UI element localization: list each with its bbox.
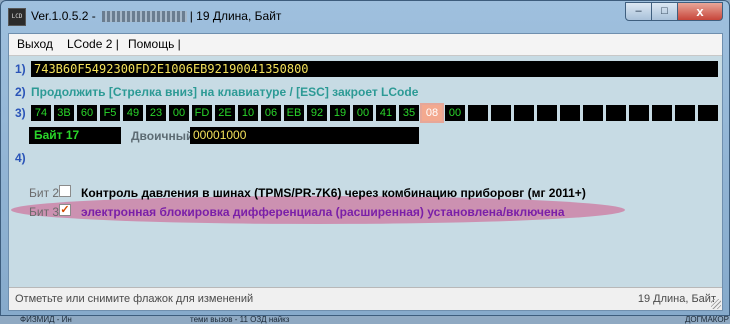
row-label-3: 3): [15, 106, 26, 120]
byte-cell[interactable]: [514, 105, 534, 121]
byte-cell[interactable]: 23: [146, 105, 166, 121]
bit-description: электронная блокировка дифференциала (ра…: [81, 205, 565, 219]
byte-cell[interactable]: [537, 105, 557, 121]
byte-cell[interactable]: [560, 105, 580, 121]
byte-cell[interactable]: 2E: [215, 105, 235, 121]
byte-cell[interactable]: 06: [261, 105, 281, 121]
row-label-4: 4): [15, 151, 26, 165]
app-window: LCD Ver.1.0.5.2 - | 19 Длина, Байт – □ x …: [0, 0, 730, 316]
byte-cell[interactable]: 00: [169, 105, 189, 121]
byte-cell[interactable]: 3B: [54, 105, 74, 121]
title-prefix: Ver.1.0.5.2 -: [31, 9, 96, 23]
byte-cell[interactable]: [468, 105, 488, 121]
close-button[interactable]: x: [678, 2, 723, 21]
byte-cell[interactable]: 35: [399, 105, 419, 121]
window-controls: – □ x: [625, 2, 723, 21]
byte-cell[interactable]: 92: [307, 105, 327, 121]
menu-bar: Выход LCode 2 | Помощь |: [9, 34, 722, 56]
status-bar: Отметьте или снимите флажок для изменени…: [9, 287, 722, 310]
app-icon: LCD: [8, 8, 26, 26]
byte-cell[interactable]: F5: [100, 105, 120, 121]
bit-3-checkbox[interactable]: ✓: [59, 204, 71, 216]
byte-cell[interactable]: 41: [376, 105, 396, 121]
desktop-label-right[interactable]: ДОГМАКОР: [685, 316, 729, 324]
bit-label: Бит 3: [29, 205, 60, 219]
byte-cell[interactable]: 19: [330, 105, 350, 121]
row-label-2: 2): [15, 85, 26, 99]
client-area: Выход LCode 2 | Помощь | 1) 743B60F54923…: [8, 33, 723, 311]
desktop-label-middle[interactable]: теми вызов - 11 ОЗД найкз: [190, 316, 289, 324]
byte-cell[interactable]: 10: [238, 105, 258, 121]
binary-value-field[interactable]: 00001000: [190, 127, 419, 144]
status-length: 19 Длина, Байт: [637, 293, 716, 305]
byte-cell[interactable]: [583, 105, 603, 121]
title-bar[interactable]: LCD Ver.1.0.5.2 - | 19 Длина, Байт – □ x: [1, 1, 729, 33]
selected-byte-title: Байт 17: [29, 127, 121, 144]
continue-instruction: Продолжить [Стрелка вниз] на клавиатуре …: [31, 85, 419, 99]
minimize-button[interactable]: –: [625, 2, 652, 21]
menu-help[interactable]: Помощь |: [128, 37, 181, 51]
menu-lcode2[interactable]: LCode 2 |: [67, 37, 119, 51]
bit-description: Контроль давления в шинах (TPMS/PR-7K6) …: [81, 186, 586, 200]
bit-label: Бит 2: [29, 186, 60, 200]
byte-cell[interactable]: 08: [420, 103, 444, 123]
byte-cell[interactable]: 74: [31, 105, 51, 121]
title-suffix: | 19 Длина, Байт: [189, 9, 282, 23]
byte-cell[interactable]: [652, 105, 672, 121]
redacted-title-segment: [101, 11, 187, 23]
desktop-label-left[interactable]: ФИЗМИД - Ин: [20, 316, 72, 324]
resize-grip-icon[interactable]: [711, 299, 721, 309]
desktop-background: ФИЗМИД - Ин теми вызов - 11 ОЗД найкз ДО…: [0, 316, 730, 324]
hex-code-field[interactable]: 743B60F5492300FD2E1006EB92190041350800: [31, 61, 718, 77]
byte-cell[interactable]: [606, 105, 626, 121]
byte-cell[interactable]: 60: [77, 105, 97, 121]
byte-cell[interactable]: [698, 105, 718, 121]
byte-cell[interactable]: [675, 105, 695, 121]
byte-cell[interactable]: 00: [353, 105, 373, 121]
byte-cell[interactable]: 49: [123, 105, 143, 121]
byte-cell[interactable]: [629, 105, 649, 121]
status-hint: Отметьте или снимите флажок для изменени…: [15, 293, 254, 305]
byte-cell[interactable]: 00: [445, 105, 465, 121]
byte-cell[interactable]: [491, 105, 511, 121]
bit-2-checkbox[interactable]: [59, 185, 71, 197]
byte-cell[interactable]: FD: [192, 105, 212, 121]
row-label-1: 1): [15, 62, 26, 76]
byte-cell[interactable]: EB: [284, 105, 304, 121]
binary-label: Двоичный:: [131, 129, 198, 143]
maximize-button[interactable]: □: [652, 2, 678, 21]
window-title: Ver.1.0.5.2 - | 19 Длина, Байт: [31, 9, 281, 23]
menu-exit[interactable]: Выход: [17, 37, 53, 51]
